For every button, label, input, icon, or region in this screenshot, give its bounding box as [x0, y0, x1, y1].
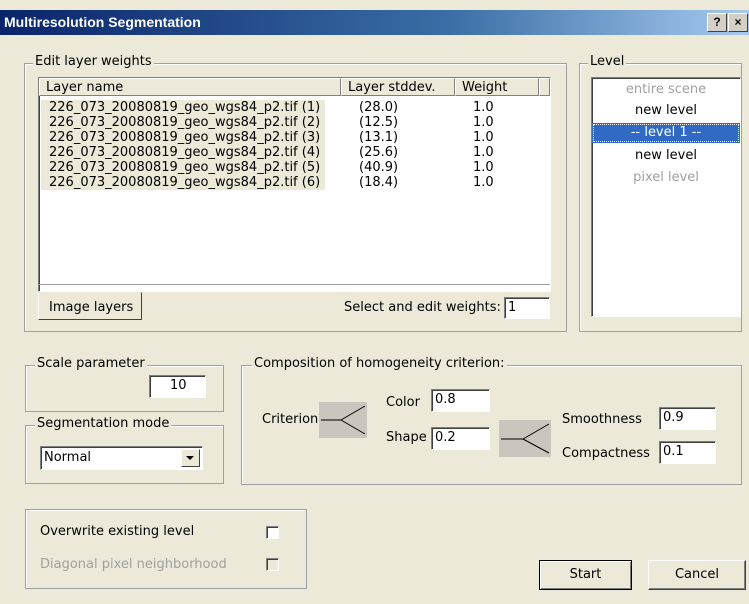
layer-weight-cell: 1.0: [473, 115, 494, 130]
chevron-down-icon: [186, 456, 194, 460]
layer-name-cell: 226_073_20080819_geo_wgs84_p2.tif (1): [41, 100, 326, 115]
column-header-stddev[interactable]: Layer stddev.: [341, 78, 455, 96]
layer-name-cell: 226_073_20080819_geo_wgs84_p2.tif (6): [41, 175, 326, 190]
criterion-branch-icon: [319, 402, 367, 438]
layer-weight-cell: 1.0: [473, 130, 494, 145]
list-bottom-line: [39, 284, 550, 285]
level-group-label: Level: [588, 54, 627, 69]
close-button[interactable]: ×: [728, 13, 748, 32]
table-row[interactable]: 226_073_20080819_geo_wgs84_p2.tif (2) (1…: [39, 115, 550, 130]
table-row[interactable]: 226_073_20080819_geo_wgs84_p2.tif (3) (1…: [39, 130, 550, 145]
table-row[interactable]: 226_073_20080819_geo_wgs84_p2.tif (4) (2…: [39, 145, 550, 160]
color-input[interactable]: 0.8: [431, 389, 490, 412]
layer-stddev-cell: (28.0): [359, 100, 399, 115]
diagonal-label: Diagonal pixel neighborhood: [40, 557, 227, 572]
diagonal-checkbox[interactable]: [266, 558, 279, 571]
smoothness-label: Smoothness: [562, 412, 642, 427]
layer-name-cell: 226_073_20080819_geo_wgs84_p2.tif (5): [41, 160, 326, 175]
layer-weight-cell: 1.0: [473, 160, 494, 175]
tab-image-layers[interactable]: Image layers: [38, 292, 142, 320]
segmentation-mode-select[interactable]: Normal: [40, 446, 203, 470]
level-item-level-1[interactable]: -- level 1 --: [592, 123, 740, 143]
layer-weights-label: Edit layer weights: [33, 54, 154, 69]
layer-name-cell: 226_073_20080819_geo_wgs84_p2.tif (2): [41, 115, 326, 130]
level-item-entire-scene[interactable]: entire scene: [592, 80, 740, 100]
layer-stddev-cell: (18.4): [359, 175, 399, 190]
compactness-input[interactable]: 0.1: [659, 441, 716, 464]
cancel-button[interactable]: Cancel: [648, 560, 746, 590]
layer-weight-cell: 1.0: [473, 100, 494, 115]
select-weights-label: Select and edit weights:: [344, 300, 501, 315]
table-row[interactable]: 226_073_20080819_geo_wgs84_p2.tif (5) (4…: [39, 160, 550, 175]
table-row[interactable]: 226_073_20080819_geo_wgs84_p2.tif (1) (2…: [39, 100, 550, 115]
layer-name-cell: 226_073_20080819_geo_wgs84_p2.tif (3): [41, 130, 326, 145]
criterion-label: Criterion: [262, 412, 319, 427]
layer-stddev-cell: (13.1): [359, 130, 399, 145]
tab-image-layers-label: Image layers: [49, 300, 134, 315]
help-button[interactable]: ?: [707, 13, 727, 32]
table-row[interactable]: 226_073_20080819_geo_wgs84_p2.tif (6) (1…: [39, 175, 550, 190]
layer-stddev-cell: (12.5): [359, 115, 399, 130]
shape-branch-icon: [499, 420, 551, 457]
overwrite-checkbox[interactable]: [266, 526, 279, 539]
layer-name-cell: 226_073_20080819_geo_wgs84_p2.tif (4): [41, 145, 326, 160]
shape-input[interactable]: 0.2: [431, 427, 490, 450]
select-weights-input[interactable]: 1: [504, 297, 550, 319]
compactness-label: Compactness: [562, 446, 650, 461]
scale-parameter-input[interactable]: 10: [149, 375, 206, 398]
level-item-pixel-level[interactable]: pixel level: [592, 168, 740, 188]
layer-weight-cell: 1.0: [473, 175, 494, 190]
level-item-new-level-top[interactable]: new level: [592, 101, 740, 121]
dropdown-arrow-button[interactable]: [181, 449, 200, 467]
layer-stddev-cell: (40.9): [359, 160, 399, 175]
options-group: [25, 509, 307, 589]
title-bar[interactable]: Multiresolution Segmentation ? ×: [0, 10, 749, 35]
layer-stddev-cell: (25.6): [359, 145, 399, 160]
layer-weight-cell: 1.0: [473, 145, 494, 160]
layer-list[interactable]: Layer name Layer stddev. Weight 226_073_…: [38, 77, 551, 292]
column-header-layer-name[interactable]: Layer name: [39, 78, 341, 96]
color-label: Color: [386, 395, 420, 410]
smoothness-input[interactable]: 0.9: [659, 407, 716, 430]
start-button[interactable]: Start: [539, 560, 632, 590]
window-title: Multiresolution Segmentation: [4, 14, 201, 30]
dialog-window: Multiresolution Segmentation ? × Edit la…: [0, 0, 749, 604]
segmentation-mode-value: Normal: [44, 450, 92, 465]
shape-label: Shape: [386, 430, 427, 445]
overwrite-label: Overwrite existing level: [40, 524, 195, 539]
level-item-new-level-bottom[interactable]: new level: [592, 146, 740, 166]
column-header-weight[interactable]: Weight: [455, 78, 539, 96]
column-header-filler: [539, 78, 550, 96]
homogeneity-group-label: Composition of homogeneity criterion:: [252, 356, 507, 371]
scale-parameter-label: Scale parameter: [35, 356, 147, 371]
segmentation-mode-label: Segmentation mode: [35, 416, 172, 431]
level-list[interactable]: entire scene new level -- level 1 -- new…: [591, 77, 741, 317]
